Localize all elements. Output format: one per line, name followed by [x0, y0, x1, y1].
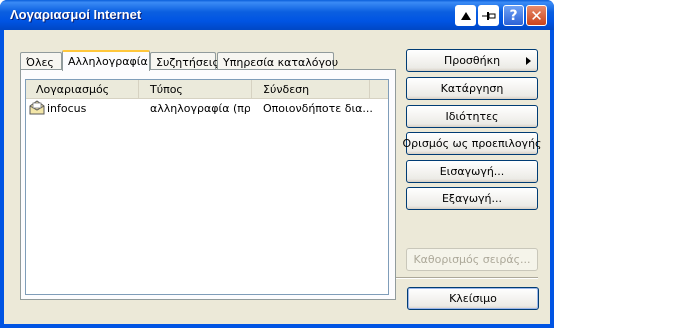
help-icon: ? — [509, 7, 518, 24]
tab-label: Συζητήσεις — [156, 56, 219, 69]
dialog-body: Όλες Αλληλογραφία Συζητήσεις Υπηρεσία κα… — [4, 30, 550, 324]
window-title: Λογαριασμοί Internet — [10, 7, 142, 22]
export-button-label: Εξαγωγή... — [441, 192, 503, 205]
import-button[interactable]: Εισαγωγή... — [406, 160, 538, 183]
tab-label: Υπηρεσία καταλόγου — [223, 56, 339, 69]
properties-button-label: Ιδιότητες — [445, 110, 499, 123]
tab-label: Όλες — [26, 56, 54, 69]
set-default-button-label: Ορισμός ως προεπιλογής — [402, 137, 542, 150]
add-button-label: Προσθήκη — [443, 54, 501, 67]
account-name: infocus — [47, 102, 87, 115]
column-header-type[interactable]: Τύπος — [139, 80, 252, 98]
tab-label: Αλληλογραφία — [68, 55, 148, 68]
set-order-button-label: Καθορισμός σειράς... — [413, 253, 531, 266]
account-connection: Οποιονδήποτε δια... — [263, 102, 373, 115]
set-order-button[interactable]: Καθορισμός σειράς... — [406, 248, 538, 271]
column-header-connection[interactable]: Σύνδεση — [252, 80, 370, 98]
internet-accounts-window: Λογαριασμοί Internet ? ✕ Όλες Αλληλογραφ… — [0, 0, 554, 328]
tab-all[interactable]: Όλες — [20, 52, 62, 70]
import-button-label: Εισαγωγή... — [439, 165, 505, 178]
export-button[interactable]: Εξαγωγή... — [406, 187, 538, 210]
account-type: αλληλογραφία (πρ... — [150, 102, 250, 115]
properties-button[interactable]: Ιδιότητες — [406, 105, 538, 128]
help-button[interactable]: ? — [503, 5, 524, 26]
mail-account-icon — [29, 99, 47, 117]
close-window-button[interactable]: ✕ — [526, 5, 547, 26]
remove-button[interactable]: Κατάργηση — [406, 77, 538, 100]
submenu-arrow-icon — [526, 57, 531, 65]
tab-mail[interactable]: Αλληλογραφία — [62, 50, 150, 71]
roll-up-button[interactable] — [455, 5, 476, 26]
title-bar[interactable]: Λογαριασμοί Internet ? ✕ — [0, 0, 554, 30]
close-icon: ✕ — [530, 6, 543, 25]
pin-icon — [481, 11, 495, 20]
tab-news[interactable]: Συζητήσεις — [150, 52, 219, 70]
close-button[interactable]: Κλείσιμο — [407, 287, 539, 310]
list-header: Λογαριασμός Τύπος Σύνδεση — [26, 80, 388, 99]
remove-button-label: Κατάργηση — [440, 82, 504, 95]
close-button-label: Κλείσιμο — [449, 292, 497, 305]
triangle-up-icon — [460, 11, 471, 20]
column-header-account[interactable]: Λογαριασμός — [26, 80, 139, 98]
add-button[interactable]: Προσθήκη — [406, 49, 538, 72]
pin-button[interactable] — [478, 5, 499, 26]
accounts-list[interactable]: Λογαριασμός Τύπος Σύνδεση infocus αλληλο… — [25, 79, 389, 295]
tab-panel: Λογαριασμός Τύπος Σύνδεση infocus αλληλο… — [20, 69, 396, 300]
account-row[interactable]: infocus αλληλογραφία (πρ... Οποιονδήποτε… — [26, 99, 388, 117]
tab-directory-service[interactable]: Υπηρεσία καταλόγου — [217, 52, 338, 70]
set-default-button[interactable]: Ορισμός ως προεπιλογής — [403, 132, 542, 155]
